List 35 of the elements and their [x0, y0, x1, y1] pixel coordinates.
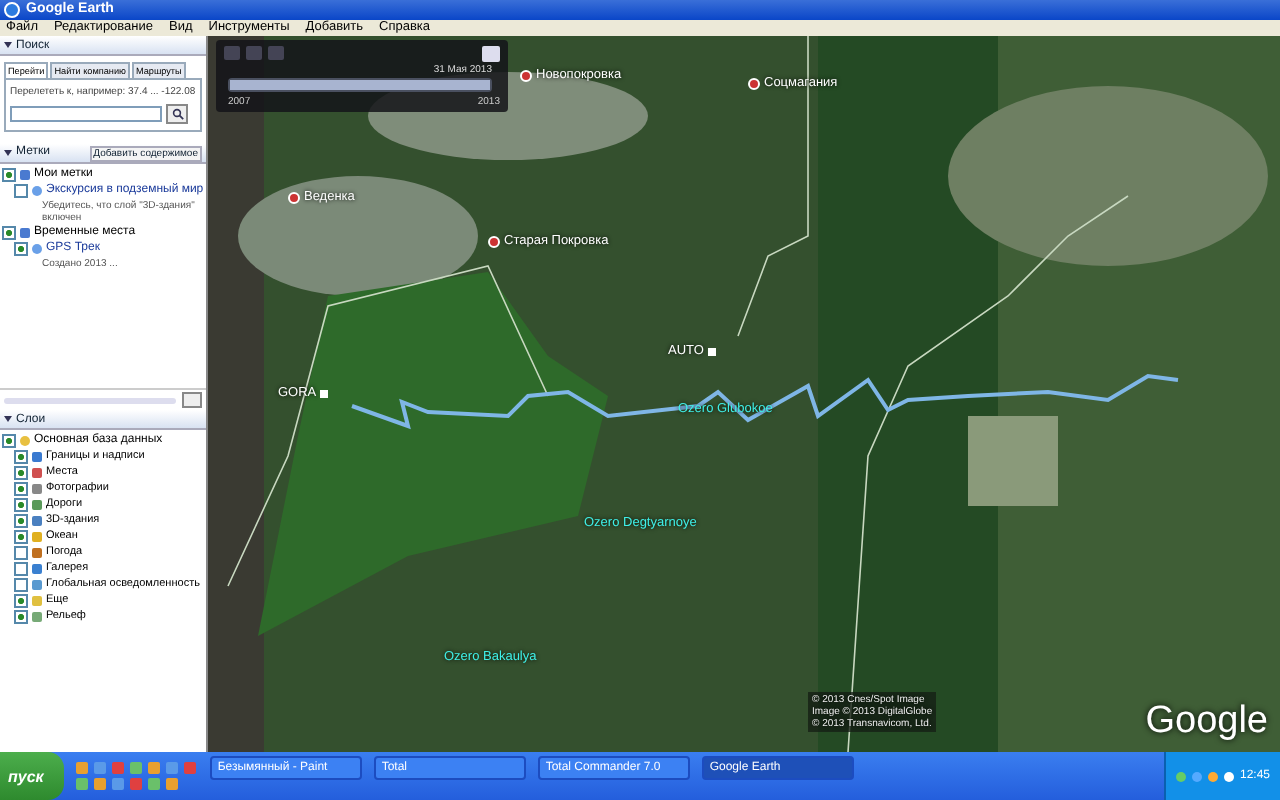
checkbox[interactable]	[14, 594, 28, 608]
folder-icon	[20, 228, 30, 238]
search-icon	[171, 108, 183, 120]
checkbox[interactable]	[14, 530, 28, 544]
checkbox[interactable]	[14, 562, 28, 576]
expand-icon[interactable]	[4, 150, 12, 156]
checkbox[interactable]	[2, 434, 16, 448]
start-button[interactable]: пуск	[0, 752, 64, 800]
folder-icon	[20, 170, 30, 180]
checkbox[interactable]	[14, 184, 28, 198]
checkbox[interactable]	[14, 578, 28, 592]
checkbox[interactable]	[2, 226, 16, 240]
expand-icon[interactable]	[4, 416, 12, 422]
checkbox[interactable]	[14, 466, 28, 480]
checkbox[interactable]	[2, 168, 16, 182]
checkbox[interactable]	[14, 450, 28, 464]
placemark-icon	[32, 186, 42, 196]
checkbox[interactable]	[14, 498, 28, 512]
search-field[interactable]	[10, 106, 162, 122]
checkbox[interactable]	[14, 610, 28, 624]
globe-icon	[20, 436, 30, 446]
placemark-icon	[32, 244, 42, 254]
google-logo: Google	[1145, 700, 1268, 744]
checkbox[interactable]	[14, 514, 28, 528]
tour-button[interactable]	[182, 392, 202, 408]
flag-icon	[707, 347, 716, 355]
checkbox[interactable]	[14, 482, 28, 496]
checkbox[interactable]	[14, 242, 28, 256]
satellite-map-drawing[interactable]	[208, 36, 1280, 752]
checkbox[interactable]	[14, 546, 28, 560]
flag-icon	[320, 389, 329, 397]
scrollbar[interactable]	[4, 397, 176, 403]
app-icon	[4, 2, 20, 18]
expand-icon[interactable]	[4, 42, 12, 48]
search-button[interactable]	[166, 104, 188, 124]
